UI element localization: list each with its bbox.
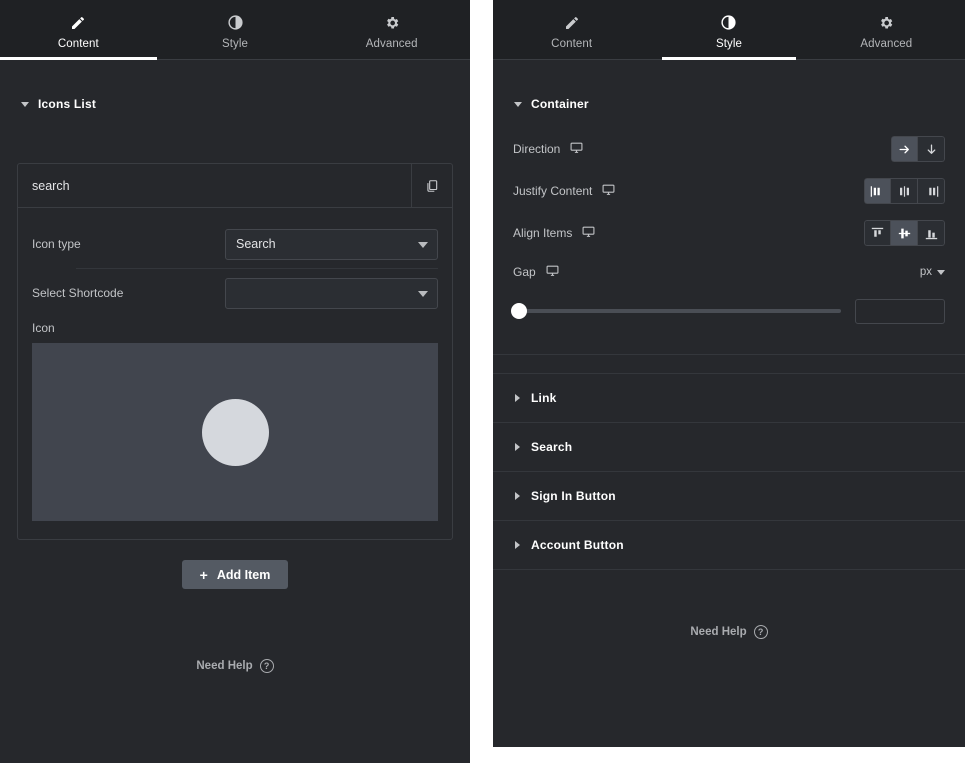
contrast-icon (720, 14, 737, 32)
section-header-account-button[interactable]: Account Button (493, 521, 965, 569)
need-help-link[interactable]: Need Help ? (0, 659, 470, 673)
section-title: Search (531, 440, 573, 454)
tab-style-label: Style (221, 37, 249, 50)
duplicate-icon[interactable] (411, 164, 452, 207)
chevron-down-icon (937, 269, 945, 275)
section-header-container[interactable]: Container (493, 80, 965, 128)
section-title: Icons List (38, 97, 97, 111)
section-header-link[interactable]: Link (493, 374, 965, 422)
contrast-icon (227, 14, 244, 32)
section-title: Container (531, 97, 589, 111)
control-align-items-label: Align Items (513, 226, 573, 240)
pencil-icon (564, 14, 580, 32)
section-header-icons-list[interactable]: Icons List (0, 80, 470, 128)
control-align-items: Align Items (493, 212, 965, 254)
repeater-control: search Icon type Search Select Shortcode… (17, 163, 453, 540)
gap-slider-row (493, 290, 965, 332)
chevron-right-icon (513, 492, 522, 501)
repeater-item-body: Icon type Search Select Shortcode Icon (18, 208, 452, 539)
right-editor-panel: Content Style Advanced Container Directi… (493, 0, 965, 747)
gap-unit-value: px (919, 266, 932, 278)
tab-content[interactable]: Content (493, 0, 650, 59)
desktop-icon[interactable] (570, 141, 583, 157)
chevron-down-icon (20, 100, 29, 109)
gap-slider-handle[interactable] (511, 303, 527, 319)
justify-button-group (864, 178, 945, 204)
align-top-button[interactable] (864, 220, 891, 246)
icon-preview-circle (201, 398, 269, 466)
control-direction: Direction (493, 128, 965, 170)
align-middle-button[interactable] (891, 220, 918, 246)
gap-unit-select[interactable]: px (920, 266, 945, 278)
section-divider (493, 569, 965, 570)
icon-type-select[interactable]: Search (225, 228, 438, 260)
need-help-link[interactable]: Need Help ? (493, 625, 965, 639)
icon-type-value: Search (236, 237, 276, 251)
icon-field-label: Icon (32, 321, 55, 335)
tab-style[interactable]: Style (650, 0, 807, 60)
left-editor-panel: Content Style Advanced Icons List search (0, 0, 470, 763)
icon-preview-box[interactable] (32, 343, 438, 521)
gap-value-input[interactable] (855, 298, 945, 324)
desktop-icon[interactable] (602, 183, 615, 199)
question-circle-icon: ? (753, 625, 768, 639)
section-title: Account Button (531, 538, 624, 552)
chevron-down-icon (418, 242, 428, 248)
gear-icon (878, 14, 894, 32)
field-icon-type: Icon type Search (32, 222, 438, 266)
align-items-button-group (864, 220, 945, 246)
justify-center-button[interactable] (891, 178, 918, 204)
control-justify-content: Justify Content (493, 170, 965, 212)
chevron-right-icon (513, 541, 522, 550)
pencil-icon (70, 14, 86, 32)
section-title: Link (531, 391, 557, 405)
justify-start-button[interactable] (864, 178, 891, 204)
plus-icon: + (199, 566, 208, 583)
add-item-label: Add Item (216, 567, 271, 582)
field-divider (76, 268, 438, 269)
field-select-shortcode-label: Select Shortcode (32, 286, 124, 300)
field-select-shortcode: Select Shortcode (32, 271, 438, 315)
left-tab-bar: Content Style Advanced (0, 0, 470, 60)
chevron-right-icon (513, 443, 522, 452)
tab-style[interactable]: Style (157, 0, 314, 59)
repeater-item-title: search (32, 178, 70, 193)
tab-advanced-label: Advanced (365, 37, 418, 50)
gear-icon (384, 14, 400, 32)
direction-row-button[interactable] (891, 136, 918, 162)
add-item-button[interactable]: + Add Item (181, 560, 289, 589)
field-icon-type-label: Icon type (32, 237, 81, 251)
need-help-label: Need Help (196, 660, 253, 672)
control-gap-label: Gap (513, 265, 536, 279)
justify-end-button[interactable] (918, 178, 945, 204)
section-title: Sign In Button (531, 489, 616, 503)
desktop-icon[interactable] (582, 225, 595, 241)
direction-button-group (891, 136, 945, 162)
tab-advanced-label: Advanced (860, 37, 913, 50)
need-help-label: Need Help (690, 626, 747, 638)
control-justify-content-label: Justify Content (513, 184, 593, 198)
chevron-down-icon (513, 100, 522, 109)
direction-column-button[interactable] (918, 136, 945, 162)
tab-style-label: Style (715, 37, 743, 50)
chevron-right-icon (513, 394, 522, 403)
control-gap: Gap px (493, 254, 965, 290)
tab-advanced[interactable]: Advanced (313, 0, 470, 59)
tab-content[interactable]: Content (0, 0, 157, 60)
section-header-sign-in-button[interactable]: Sign In Button (493, 472, 965, 520)
align-bottom-button[interactable] (918, 220, 945, 246)
chevron-down-icon (418, 291, 428, 297)
desktop-icon[interactable] (546, 264, 559, 280)
screenshot-stage: Content Style Advanced Icons List search (0, 0, 976, 775)
right-tab-bar: Content Style Advanced (493, 0, 965, 60)
repeater-item-header[interactable]: search (18, 164, 452, 208)
tab-content-label: Content (551, 37, 593, 50)
gap-slider[interactable] (511, 303, 841, 319)
shortcode-select[interactable] (225, 277, 438, 309)
tab-content-label: Content (57, 37, 99, 50)
tab-advanced[interactable]: Advanced (808, 0, 965, 59)
question-circle-icon: ? (259, 659, 274, 673)
control-direction-label: Direction (513, 142, 561, 156)
section-header-search[interactable]: Search (493, 423, 965, 471)
